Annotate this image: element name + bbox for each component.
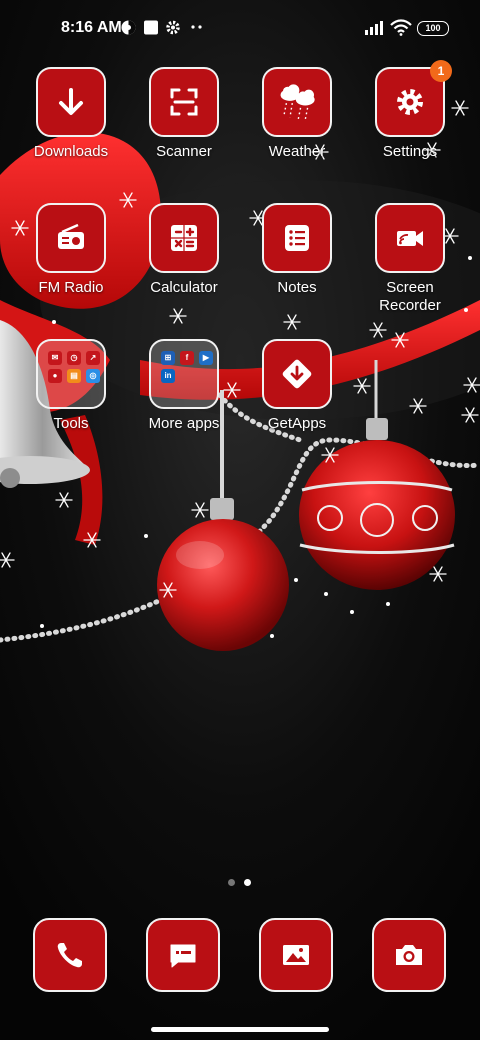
notification-badge: 1 (430, 60, 452, 82)
app-tile[interactable] (36, 203, 106, 273)
app-calculator[interactable]: Calculator (129, 203, 239, 297)
app-label: GetApps (267, 415, 327, 432)
folder-label: Tools (53, 415, 89, 432)
linkedin-mini-icon: in (161, 369, 175, 383)
status-time: 8:16 AM (61, 19, 122, 36)
files-mini-icon: ▤ (67, 369, 81, 383)
scan-frame-icon (170, 88, 198, 116)
app-tile[interactable] (262, 203, 332, 273)
dock-gallery[interactable] (259, 918, 333, 992)
folder-preview-grid: ✉ ◷ ↗ ● ▤ ◎ (48, 351, 100, 383)
app-label: Weather (268, 143, 326, 160)
app-label: FM Radio (38, 279, 104, 296)
app-label: Downloads (33, 143, 109, 160)
home-indicator-bar[interactable] (151, 1027, 329, 1032)
gear-icon (397, 89, 423, 115)
app-downloads[interactable]: Downloads (16, 67, 126, 161)
facebook-mini-icon: f (180, 351, 194, 365)
cloud-rain-icon (280, 84, 315, 120)
dock-messages[interactable] (146, 918, 220, 992)
page-dot (228, 879, 235, 886)
app-tile[interactable] (149, 67, 219, 137)
getapps-icon (282, 359, 312, 389)
app-settings[interactable]: 1 Settings (355, 60, 465, 161)
app-label: Scanner (156, 143, 212, 160)
compass-mini-icon: ↗ (86, 351, 100, 365)
clock-mini-icon: ◷ (67, 351, 81, 365)
app-label: Calculator (150, 279, 218, 296)
app-getapps[interactable]: GetApps (242, 339, 352, 433)
folder-tools[interactable]: ✉ ◷ ↗ ● ▤ ◎ Tools (16, 339, 126, 433)
app-screen-recorder[interactable]: Screen Recorder (355, 203, 465, 315)
vpn-icon (121, 20, 136, 35)
app-weather[interactable]: Weather (242, 67, 352, 161)
calculator-icon (171, 225, 197, 251)
settings-gear-status-icon (166, 20, 180, 35)
camera-icon (396, 945, 422, 965)
mail-mini-icon: ✉ (48, 351, 62, 365)
wifi-icon (390, 19, 412, 36)
app-tile[interactable]: 1 (375, 60, 452, 137)
app-scanner[interactable]: Scanner (129, 67, 239, 161)
signal-icon (365, 21, 383, 35)
status-bar: 8:16 AM 100 (0, 0, 480, 56)
folder-tile[interactable]: ⊞ f ▶ in (149, 339, 219, 409)
dock-tile[interactable] (372, 918, 446, 992)
app-label: Screen Recorder (379, 279, 441, 314)
dock-tile[interactable] (146, 918, 220, 992)
shopping-cart-mini-icon: ⊞ (161, 351, 175, 365)
more-notifications-icon (191, 25, 202, 29)
app-tile[interactable] (36, 67, 106, 137)
prime-video-mini-icon: ▶ (199, 351, 213, 365)
page-dot-active (244, 879, 251, 886)
browser-mini-icon: ◎ (86, 369, 100, 383)
dock-phone[interactable] (33, 918, 107, 992)
messages-icon (170, 944, 196, 968)
radio-icon (58, 223, 84, 249)
bulb-mini-icon: ● (48, 369, 62, 383)
app-label: Settings (382, 143, 438, 160)
notification-square-icon (144, 20, 158, 35)
video-camera-icon (397, 231, 423, 246)
notes-list-icon (285, 225, 309, 251)
dock-tile[interactable] (259, 918, 333, 992)
app-tile[interactable] (375, 203, 445, 273)
download-arrow-icon (59, 88, 83, 115)
app-tile[interactable] (262, 339, 332, 409)
battery-indicator: 100 (417, 21, 449, 36)
app-tile[interactable] (149, 203, 219, 273)
app-label: Notes (277, 279, 317, 296)
dock-tile[interactable] (33, 918, 107, 992)
folder-label: More apps (148, 415, 220, 432)
phone-icon (57, 943, 82, 968)
app-fm-radio[interactable]: FM Radio (16, 203, 126, 297)
folder-preview-grid: ⊞ f ▶ in (161, 351, 213, 383)
app-notes[interactable]: Notes (242, 203, 352, 297)
dock-camera[interactable] (372, 918, 446, 992)
folder-more-apps[interactable]: ⊞ f ▶ in More apps (129, 339, 239, 433)
app-tile[interactable] (262, 67, 332, 137)
folder-tile[interactable]: ✉ ◷ ↗ ● ▤ ◎ (36, 339, 106, 409)
gallery-icon (283, 945, 309, 965)
